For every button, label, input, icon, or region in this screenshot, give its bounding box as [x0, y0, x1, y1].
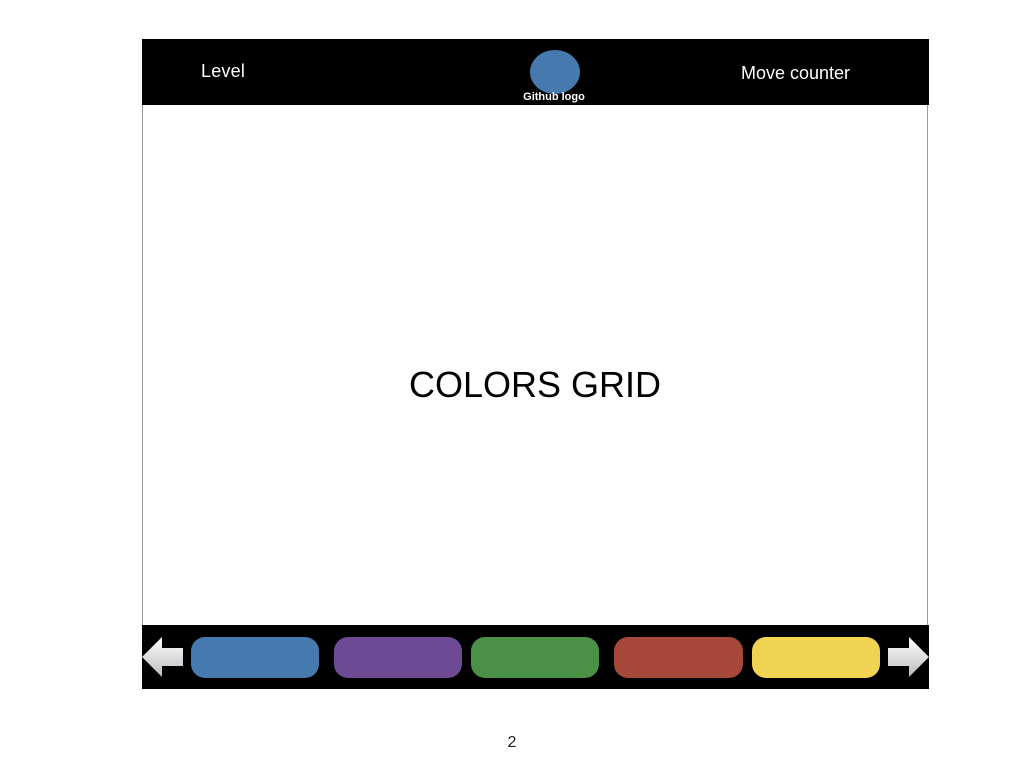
github-logo-icon[interactable]: [530, 50, 580, 94]
color-swatch-yellow[interactable]: [752, 637, 880, 678]
level-label: Level: [201, 61, 246, 81]
slide: Level Github logo Move counter COLORS GR…: [0, 0, 1024, 768]
page-number: 2: [507, 734, 517, 751]
arrow-right-icon[interactable]: [887, 635, 931, 679]
color-swatch-red[interactable]: [614, 637, 743, 678]
colors-grid[interactable]: COLORS GRID: [142, 364, 928, 406]
move-counter: Move counter: [741, 63, 851, 83]
header-bar: Level Github logo Move counter: [142, 39, 929, 105]
color-palette-bar: [142, 625, 929, 689]
color-swatch-blue[interactable]: [191, 637, 319, 678]
color-swatch-green[interactable]: [471, 637, 599, 678]
color-swatch-purple[interactable]: [334, 637, 462, 678]
arrow-left-icon[interactable]: [142, 635, 186, 679]
github-logo-caption: Github logo: [523, 91, 585, 103]
